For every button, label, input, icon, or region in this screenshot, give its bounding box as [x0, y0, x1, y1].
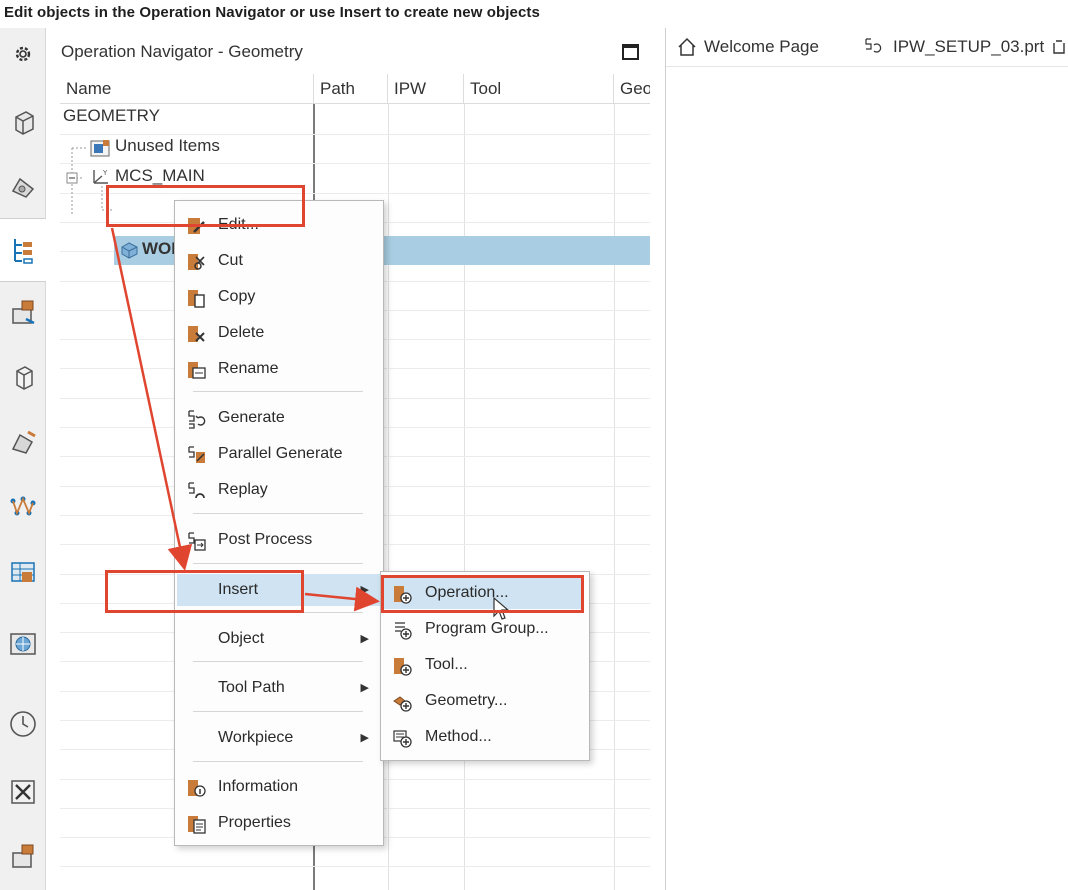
- menu-separator: [193, 661, 363, 662]
- menu-separator: [193, 563, 363, 564]
- menu-item-information[interactable]: Information: [177, 771, 381, 803]
- tree-node-geometry-root[interactable]: GEOMETRY: [63, 106, 160, 126]
- graphics-area: Welcome Page IPW_SETUP_03.prt: [665, 28, 1068, 890]
- assembly-navigator-icon[interactable]: [3, 166, 43, 206]
- submenu-arrow-icon: ▶: [360, 584, 369, 596]
- home-icon: [678, 37, 696, 56]
- menu-item-delete[interactable]: Delete: [177, 317, 381, 349]
- part-navigator-icon[interactable]: [3, 102, 43, 142]
- submenu-item-geometry[interactable]: Geometry...: [383, 685, 583, 717]
- unused-items-icon: [89, 138, 111, 163]
- tab-bar-divider: [666, 66, 1068, 67]
- generate-part-icon: [865, 38, 882, 53]
- panel-title: Operation Navigator - Geometry: [61, 42, 303, 61]
- refresh-icon[interactable]: [1050, 38, 1068, 56]
- submenu-item-method[interactable]: Method...: [383, 721, 583, 753]
- menu-separator: [193, 711, 363, 712]
- menu-item-rename[interactable]: Rename: [177, 353, 381, 385]
- menu-separator: [193, 513, 363, 514]
- create-program-group-icon: [391, 619, 413, 641]
- menu-item-post-process[interactable]: Post Process: [177, 524, 381, 556]
- machine-tool-navigator-icon[interactable]: [3, 292, 43, 332]
- parallel-generate-icon: [185, 444, 207, 466]
- history-clock-icon[interactable]: [3, 704, 43, 744]
- submenu-item-program-group[interactable]: Program Group...: [383, 613, 583, 645]
- row-separator: [60, 866, 650, 867]
- operation-navigator-icon[interactable]: [0, 218, 46, 282]
- row-separator: [60, 163, 650, 164]
- workpiece-icon: [118, 240, 140, 265]
- submenu-arrow-icon: ▶: [360, 732, 369, 744]
- annotation-box-workpiece: [106, 185, 305, 227]
- maximize-icon[interactable]: [622, 44, 639, 60]
- column-header-tool[interactable]: Tool: [464, 74, 614, 104]
- menu-item-tool-path[interactable]: Tool Path ▶: [177, 672, 381, 704]
- column-header-name[interactable]: Name: [60, 74, 314, 104]
- delete-icon: [185, 323, 207, 345]
- information-icon: [185, 777, 207, 799]
- settings-gear-icon[interactable]: [3, 34, 43, 74]
- column-header-ipw[interactable]: IPW: [388, 74, 464, 104]
- tool-settings-icon[interactable]: [3, 772, 43, 812]
- create-tool-icon: [391, 655, 413, 677]
- submenu-arrow-icon: ▶: [360, 682, 369, 694]
- tree-node-mcs-main[interactable]: MCS_MAIN: [115, 166, 205, 186]
- feature-navigator-icon[interactable]: [3, 422, 43, 462]
- create-method-icon: [391, 727, 413, 749]
- column-header-geometry[interactable]: Geo: [614, 74, 650, 104]
- tree-node-unused-items[interactable]: Unused Items: [115, 136, 220, 156]
- tab-welcome-page[interactable]: Welcome Page: [676, 36, 819, 58]
- cut-icon: [185, 251, 207, 273]
- menu-item-cut[interactable]: Cut: [177, 245, 381, 277]
- svg-text:Y: Y: [102, 169, 108, 177]
- status-hint: Edit objects in the Operation Navigator …: [4, 4, 540, 21]
- submenu-arrow-icon: ▶: [360, 633, 369, 645]
- tab-part-file[interactable]: IPW_SETUP_03.prt: [863, 36, 1068, 58]
- machining-resource-icon[interactable]: [3, 836, 43, 876]
- context-menu: Edit... Cut Copy Delete Rename Generate …: [174, 200, 384, 846]
- create-geometry-icon: [391, 691, 413, 713]
- menu-item-copy[interactable]: Copy: [177, 281, 381, 313]
- menu-separator: [193, 761, 363, 762]
- annotation-box-insert: [105, 570, 304, 613]
- resource-bar: [0, 28, 46, 890]
- process-layout-icon[interactable]: [3, 552, 43, 592]
- menu-item-replay[interactable]: Replay: [177, 474, 381, 506]
- menu-item-properties[interactable]: Properties: [177, 807, 381, 839]
- copy-icon: [185, 287, 207, 309]
- properties-icon: [185, 813, 207, 835]
- menu-item-parallel-generate[interactable]: Parallel Generate: [177, 438, 381, 470]
- column-header-path[interactable]: Path: [314, 74, 388, 104]
- menu-item-object[interactable]: Object ▶: [177, 623, 381, 655]
- web-browser-icon[interactable]: [3, 624, 43, 664]
- replay-icon: [185, 480, 207, 502]
- menu-separator: [193, 391, 363, 392]
- rename-icon: [185, 359, 207, 381]
- feature-group-icon[interactable]: [3, 486, 43, 526]
- post-process-icon: [185, 530, 207, 552]
- annotation-box-operation: [381, 575, 584, 613]
- menu-item-workpiece[interactable]: Workpiece ▶: [177, 722, 381, 754]
- row-separator: [60, 134, 650, 135]
- menu-item-generate[interactable]: Generate: [177, 402, 381, 434]
- submenu-item-tool[interactable]: Tool...: [383, 649, 583, 681]
- generate-icon: [185, 408, 207, 430]
- reuse-library-icon[interactable]: [3, 358, 43, 398]
